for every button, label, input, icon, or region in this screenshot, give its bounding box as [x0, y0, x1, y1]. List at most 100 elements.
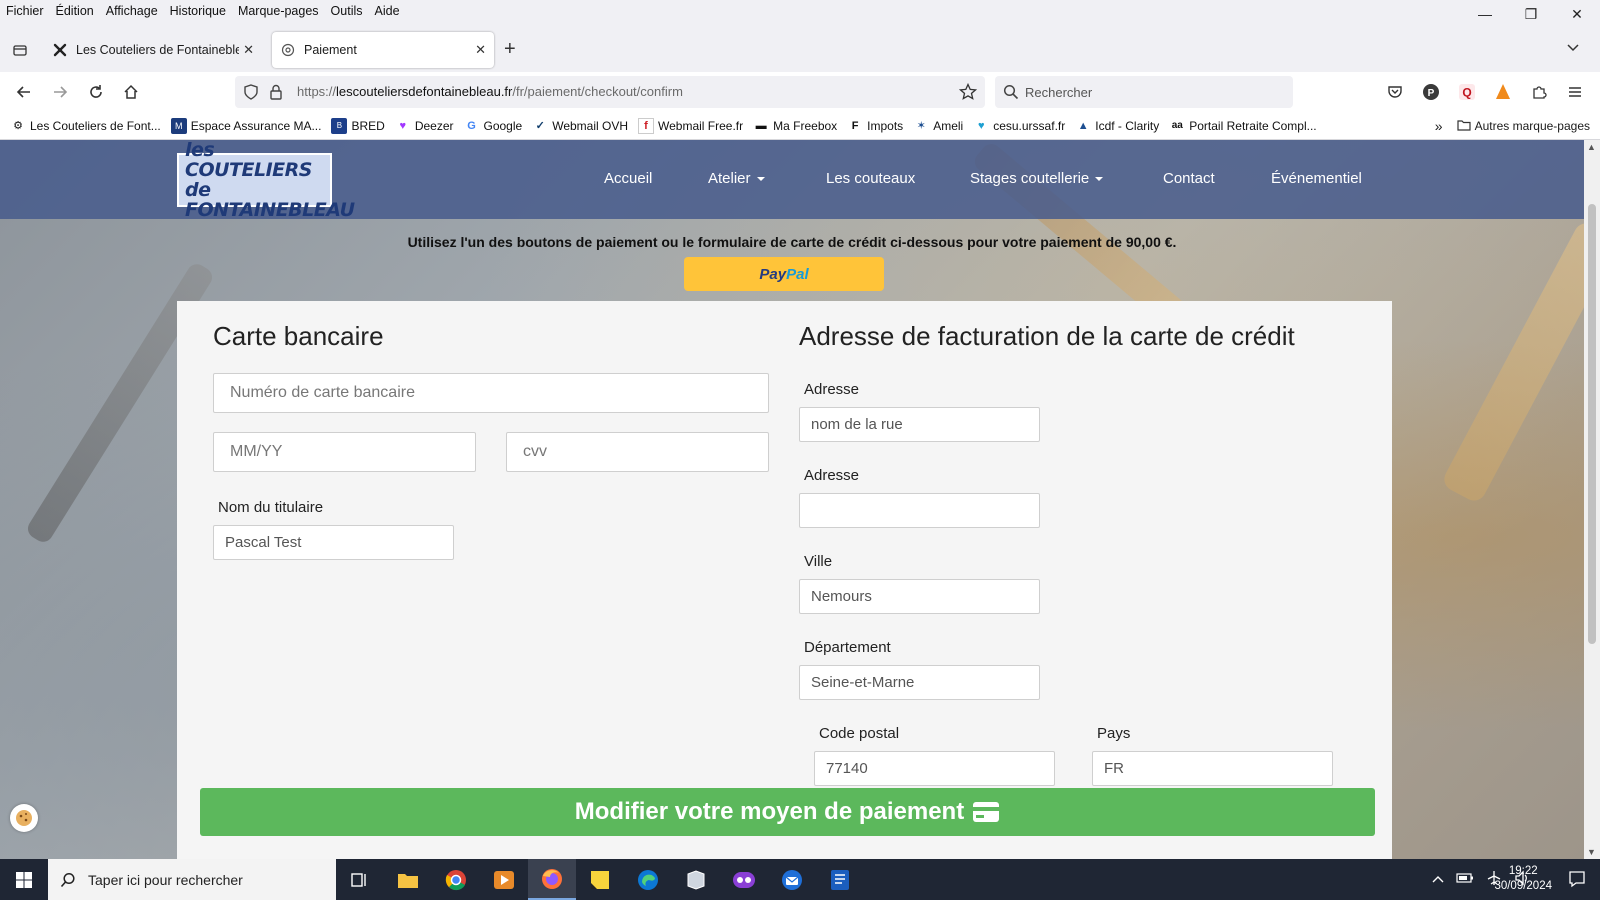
close-tab-icon[interactable]: ✕: [475, 42, 486, 58]
hamburger-menu-icon[interactable]: [1563, 80, 1587, 104]
menu-aide[interactable]: Aide: [369, 4, 406, 18]
new-tab-icon[interactable]: +: [504, 38, 516, 61]
department-input[interactable]: Seine-et-Marne: [799, 665, 1040, 700]
battery-icon[interactable]: [1456, 872, 1474, 887]
notification-icon[interactable]: [1568, 870, 1586, 891]
bookmark-item[interactable]: aa Portail Retraite Compl...: [1169, 118, 1317, 134]
back-arrow-icon[interactable]: [12, 80, 36, 104]
menu-affichage[interactable]: Affichage: [100, 4, 164, 18]
country-input[interactable]: FR: [1092, 751, 1333, 786]
pocket-icon[interactable]: [1383, 80, 1407, 104]
address2-input[interactable]: [799, 493, 1040, 528]
bookmark-item[interactable]: ♥ Deezer: [395, 118, 454, 134]
app-cards-icon[interactable]: [672, 859, 720, 900]
bookmark-item[interactable]: M Espace Assurance MA...: [170, 117, 322, 134]
lock-icon[interactable]: [269, 84, 283, 103]
bookmark-item[interactable]: B BRED: [331, 117, 385, 134]
bookmark-item[interactable]: ♥ cesu.urssaf.fr: [973, 118, 1065, 134]
address1-label: Adresse: [804, 381, 860, 398]
extensions-puzzle-icon[interactable]: [1527, 80, 1551, 104]
bookmark-item[interactable]: ▬ Ma Freebox: [753, 118, 838, 134]
taskbar-clock[interactable]: 19:22 30/09/2024: [1494, 864, 1552, 894]
q-extension-icon[interactable]: Q: [1455, 80, 1479, 104]
task-view-icon[interactable]: [336, 859, 384, 900]
modify-payment-button[interactable]: Modifier votre moyen de paiement: [200, 788, 1375, 836]
site-logo[interactable]: les COUTELIERS de FONTAINEBLEAU: [177, 140, 355, 220]
menu-edition[interactable]: Édition: [50, 4, 100, 18]
list-all-tabs-icon[interactable]: [8, 38, 32, 62]
forward-arrow-icon[interactable]: [48, 80, 72, 104]
reload-icon[interactable]: [84, 80, 108, 104]
chevron-down-icon[interactable]: [1566, 40, 1580, 57]
expiry-input[interactable]: MM/YY: [213, 432, 476, 472]
search-icon: [60, 872, 76, 888]
address1-input[interactable]: nom de la rue: [799, 407, 1040, 442]
clarity-icon: ▲: [1077, 119, 1089, 132]
bookmark-item[interactable]: ✶ Ameli: [913, 118, 964, 134]
bookmark-label: Les Couteliers de Font...: [30, 118, 161, 133]
close-window-button[interactable]: ✕: [1554, 0, 1600, 28]
bookmark-item[interactable]: ▲ Icdf - Clarity: [1075, 118, 1159, 134]
cookie-icon[interactable]: [10, 804, 38, 832]
nav-evenementiel[interactable]: Événementiel: [1271, 170, 1362, 187]
url-text[interactable]: https://lescouteliersdefontainebleau.fr/…: [297, 84, 683, 99]
zip-input[interactable]: 77140: [814, 751, 1055, 786]
sticky-notes-icon[interactable]: [576, 859, 624, 900]
menu-fichier[interactable]: Fichier: [0, 4, 50, 18]
profile-p-icon[interactable]: P: [1419, 80, 1443, 104]
card-number-input[interactable]: Numéro de carte bancaire: [213, 373, 769, 413]
bookmark-item[interactable]: F Impots: [847, 118, 903, 134]
star-bookmark-icon[interactable]: [958, 82, 978, 104]
menu-marque-pages[interactable]: Marque-pages: [232, 4, 325, 18]
vlc-extension-icon[interactable]: [1491, 80, 1515, 104]
bookmark-item[interactable]: G Google: [464, 118, 522, 134]
city-input[interactable]: Nemours: [799, 579, 1040, 614]
page-scrollbar[interactable]: ▲ ▼: [1584, 140, 1600, 859]
mask-app-icon[interactable]: [720, 859, 768, 900]
nav-les-couteaux[interactable]: Les couteaux: [826, 170, 915, 187]
paypal-button[interactable]: Pay Pal: [684, 257, 884, 291]
search-bar[interactable]: Rechercher: [995, 76, 1293, 108]
bookmark-item[interactable]: ✓ Webmail OVH: [532, 118, 628, 134]
tab-paiement[interactable]: Paiement ✕: [272, 32, 494, 68]
other-bookmarks[interactable]: » Autres marque-pages: [1435, 118, 1590, 134]
scroll-up-icon[interactable]: ▲: [1587, 142, 1596, 152]
bookmark-label: Icdf - Clarity: [1095, 118, 1160, 133]
bookmark-item[interactable]: ⚙ Les Couteliers de Font...: [10, 118, 161, 134]
chrome-icon[interactable]: [432, 859, 480, 900]
nav-stages-label: Stages coutellerie: [970, 170, 1090, 187]
menu-bar: Fichier Édition Affichage Historique Mar…: [0, 0, 1600, 22]
media-player-icon[interactable]: [480, 859, 528, 900]
maximize-button[interactable]: ❐: [1508, 0, 1554, 28]
thunderbird-icon[interactable]: [768, 859, 816, 900]
menu-outils[interactable]: Outils: [325, 4, 369, 18]
home-icon[interactable]: [119, 80, 143, 104]
nav-atelier[interactable]: Atelier: [708, 170, 765, 187]
scroll-down-icon[interactable]: ▼: [1587, 847, 1596, 857]
minimize-button[interactable]: —: [1462, 0, 1508, 28]
menu-historique[interactable]: Historique: [164, 4, 232, 18]
bookmark-label: Webmail OVH: [552, 118, 628, 133]
scrollbar-thumb[interactable]: [1588, 204, 1596, 644]
bred-icon: B: [331, 117, 348, 134]
nav-contact[interactable]: Contact: [1163, 170, 1215, 187]
chevron-up-icon[interactable]: [1432, 873, 1444, 887]
shield-icon[interactable]: [243, 84, 259, 103]
nav-stages[interactable]: Stages coutellerie: [970, 170, 1104, 187]
holder-name-input[interactable]: Pascal Test: [213, 525, 454, 560]
bookmark-item[interactable]: f Webmail Free.fr: [638, 117, 743, 134]
nav-accueil[interactable]: Accueil: [604, 170, 652, 187]
word-icon[interactable]: [816, 859, 864, 900]
bookmark-label: Espace Assurance MA...: [190, 118, 322, 133]
expiry-placeholder: MM/YY: [230, 443, 283, 460]
edge-icon[interactable]: [624, 859, 672, 900]
windows-start-icon[interactable]: [0, 859, 48, 900]
file-explorer-icon[interactable]: [384, 859, 432, 900]
tab-couteliers[interactable]: Les Couteliers de Fontainebleau ✕: [44, 32, 262, 68]
firefox-icon[interactable]: [528, 859, 576, 900]
taskbar-search[interactable]: Taper ici pour rechercher: [48, 859, 336, 900]
close-tab-icon[interactable]: ✕: [243, 42, 254, 58]
chevron-right-double-icon[interactable]: »: [1435, 118, 1443, 134]
cvv-input[interactable]: cvv: [506, 432, 769, 472]
url-bar[interactable]: https://lescouteliersdefontainebleau.fr/…: [235, 76, 985, 108]
